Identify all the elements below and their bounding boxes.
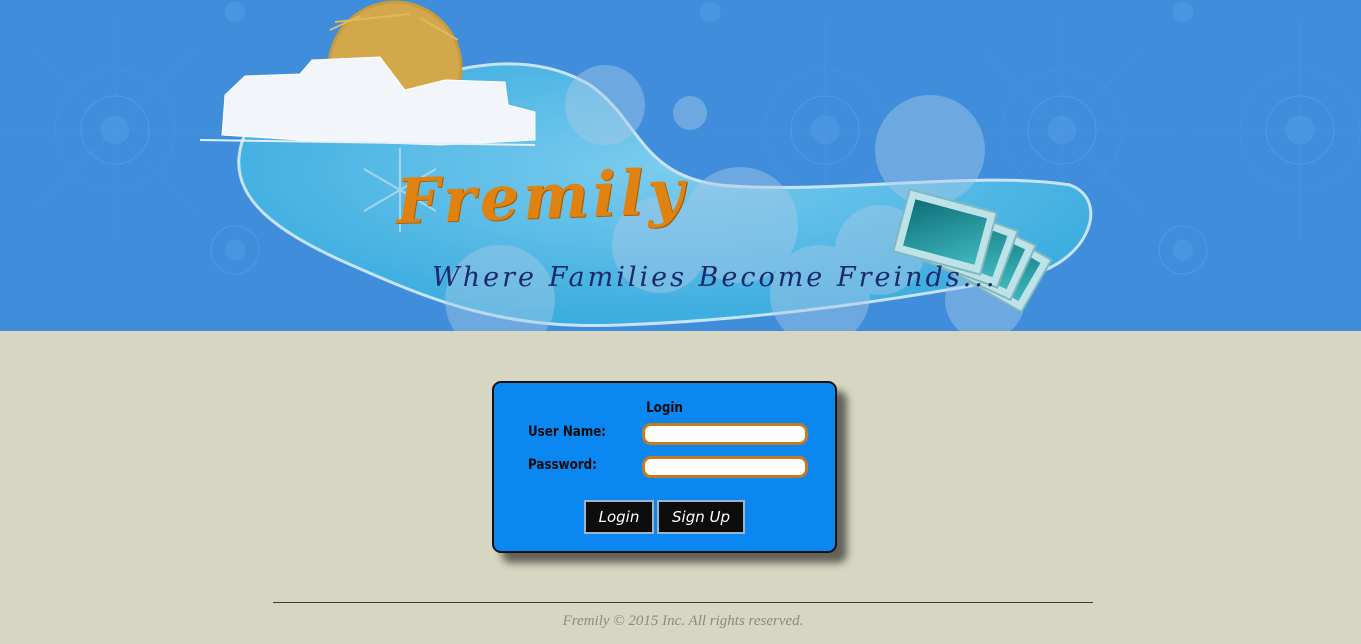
- password-label: Password:: [528, 457, 597, 473]
- username-label: User Name:: [528, 424, 607, 440]
- login-title: Login: [646, 400, 683, 416]
- footer-copyright: Fremily © 2015 Inc. All rights reserved.: [562, 613, 804, 629]
- header-banner: Fremily Where Families Become Freinds...: [0, 0, 1361, 331]
- password-input[interactable]: [642, 456, 808, 478]
- login-panel: Login User Name: Password: Login Sign Up: [492, 381, 837, 553]
- footer-divider: [273, 602, 1093, 603]
- brand-logo-text: Fremily: [394, 154, 689, 239]
- brand-tagline: Where Families Become Freinds...: [432, 262, 998, 293]
- sign-up-button[interactable]: Sign Up: [657, 500, 745, 534]
- username-input[interactable]: [642, 423, 808, 445]
- login-button[interactable]: Login: [584, 500, 654, 534]
